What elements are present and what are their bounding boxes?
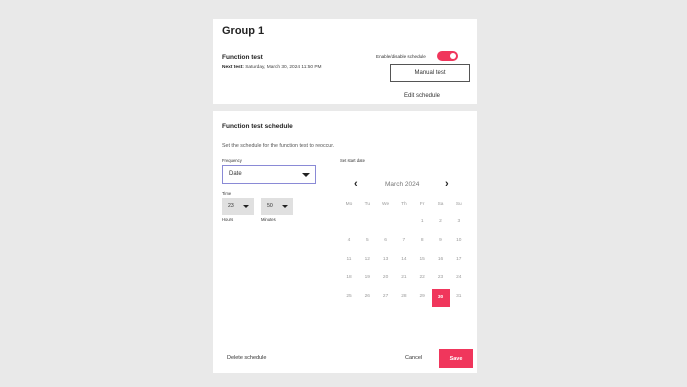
calendar-day[interactable]: 15 (413, 257, 431, 262)
calendar-day[interactable]: 26 (358, 294, 376, 299)
minutes-label: Minutes (261, 217, 276, 222)
manual-test-button[interactable]: Manual test (390, 64, 470, 82)
caret-down-icon (282, 205, 288, 208)
weekday-header: Fr (419, 202, 425, 207)
cancel-button[interactable]: Cancel (405, 355, 422, 361)
calendar-day[interactable]: 2 (432, 219, 450, 224)
calendar-day[interactable]: 1 (413, 219, 431, 224)
start-date-label: Set start date (340, 158, 365, 163)
calendar-day[interactable]: 28 (395, 294, 413, 299)
caret-down-icon (302, 173, 310, 177)
calendar-day[interactable]: 3 (450, 219, 468, 224)
schedule-toggle[interactable] (437, 51, 458, 61)
calendar-day[interactable]: 17 (450, 257, 468, 262)
calendar-day[interactable]: 9 (432, 238, 450, 243)
calendar-day[interactable]: 13 (377, 257, 395, 262)
toggle-knob (450, 53, 456, 59)
weekday-header: Th (401, 202, 407, 207)
minutes-value: 50 (267, 203, 273, 209)
calendar-month-label: March 2024 (385, 181, 420, 188)
calendar-day[interactable]: 10 (450, 238, 468, 243)
next-test-value: Saturday, March 30, 2024 11:50 PM (245, 65, 322, 70)
weekday-header: Su (455, 202, 462, 207)
calendar-day[interactable]: 23 (432, 275, 450, 280)
calendar-day[interactable]: 16 (432, 257, 450, 262)
calendar-day[interactable]: 29 (413, 294, 431, 299)
schedule-description: Set the schedule for the function test t… (222, 143, 335, 149)
frequency-label: Frequency (222, 158, 242, 163)
save-button[interactable]: Save (439, 349, 473, 368)
calendar-day[interactable]: 24 (450, 275, 468, 280)
calendar-day[interactable]: 31 (450, 294, 468, 299)
calendar-day[interactable]: 22 (413, 275, 431, 280)
calendar-day[interactable]: 12 (358, 257, 376, 262)
group-card: Group 1 Function test Next test: Saturda… (213, 19, 477, 104)
calendar-day[interactable]: 11 (340, 257, 358, 262)
chevron-right-icon[interactable]: › (445, 178, 449, 190)
schedule-title: Function test schedule (222, 123, 293, 130)
minutes-select[interactable]: 50 (261, 198, 293, 215)
weekday-header: Mo (345, 202, 353, 207)
calendar-day[interactable]: 5 (358, 238, 376, 243)
calendar-day[interactable]: 6 (377, 238, 395, 243)
calendar-day[interactable]: 27 (377, 294, 395, 299)
hours-label: Hours (222, 217, 234, 222)
calendar-day[interactable]: 8 (413, 238, 431, 243)
function-test-label: Function test (222, 54, 263, 61)
edit-schedule-link[interactable]: Edit schedule (404, 93, 440, 99)
calendar-day[interactable]: 4 (340, 238, 358, 243)
hours-value: 23 (228, 203, 234, 209)
calendar-day[interactable]: 20 (377, 275, 395, 280)
calendar-day[interactable]: 7 (395, 238, 413, 243)
chevron-left-icon[interactable]: ‹ (354, 178, 358, 190)
schedule-card: Function test schedule Set the schedule … (213, 111, 477, 373)
frequency-value: Date (229, 171, 242, 177)
delete-schedule-button[interactable]: Delete schedule (227, 355, 266, 361)
next-test-prefix: Next test: (222, 65, 244, 70)
weekday-header: We (382, 202, 390, 207)
toggle-label: Enable/disable schedule (376, 54, 426, 59)
calendar-day[interactable]: 18 (340, 275, 358, 280)
weekday-header: Tu (364, 202, 370, 207)
hours-select[interactable]: 23 (222, 198, 254, 215)
frequency-select[interactable]: Date (222, 165, 316, 184)
next-test-text: Next test: Saturday, March 30, 2024 11:5… (222, 65, 322, 70)
weekday-header: Sa (437, 202, 444, 207)
calendar-day[interactable]: 21 (395, 275, 413, 280)
calendar-day[interactable]: 25 (340, 294, 358, 299)
calendar-day[interactable]: 14 (395, 257, 413, 262)
calendar-day-selected[interactable]: 30 (431, 289, 450, 308)
group-title: Group 1 (222, 25, 265, 37)
time-label: Time (222, 191, 232, 196)
calendar-day[interactable]: 19 (358, 275, 376, 280)
caret-down-icon (243, 205, 249, 208)
